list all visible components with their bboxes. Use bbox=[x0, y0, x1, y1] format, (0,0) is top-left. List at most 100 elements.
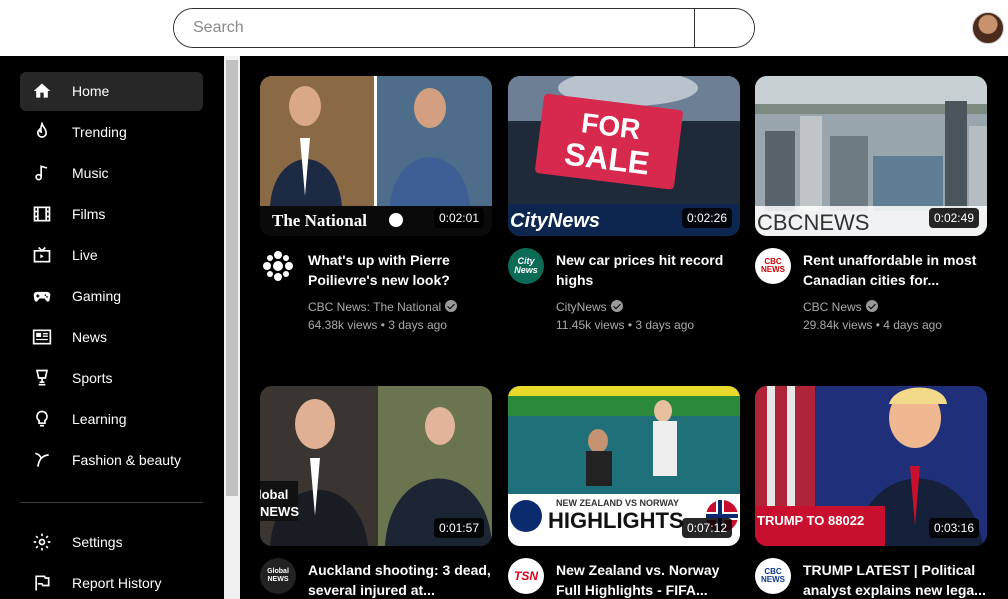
duration-badge: 0:03:16 bbox=[928, 518, 979, 538]
sidebar-item-label: Gaming bbox=[72, 288, 122, 304]
thumbnail-overlay-subtext: NEW ZEALAND VS NORWAY bbox=[556, 498, 679, 508]
channel-avatar[interactable]: Global NEWS bbox=[260, 558, 296, 594]
video-card[interactable]: CBCNEWS 0:02:49 CBC NEWS Rent unaffordab… bbox=[755, 76, 987, 376]
sidebar-item-label: Trending bbox=[72, 124, 127, 140]
channel-name[interactable]: CityNews bbox=[556, 300, 623, 314]
channel-name[interactable]: CBC News bbox=[803, 300, 878, 314]
video-title[interactable]: TRUMP LATEST | Political analyst explain… bbox=[803, 560, 987, 599]
sidebar-scrollbar[interactable] bbox=[224, 56, 240, 599]
view-count: 29.84k views bbox=[803, 318, 873, 332]
user-avatar[interactable] bbox=[972, 12, 1004, 44]
sidebar-item-news[interactable]: News bbox=[20, 318, 203, 357]
verified-icon bbox=[865, 300, 878, 312]
thumbnail-overlay-text: The National bbox=[272, 211, 367, 230]
channel-avatar[interactable]: CBC NEWS bbox=[755, 558, 791, 594]
flame-icon bbox=[32, 122, 52, 142]
thumbnail-overlay-text: CityNews bbox=[510, 210, 600, 232]
upload-age: 4 days ago bbox=[883, 318, 942, 332]
cbc-logo-icon bbox=[263, 251, 293, 281]
sidebar-item-label: Live bbox=[72, 247, 98, 263]
channel-name-text[interactable]: CityNews bbox=[556, 300, 607, 314]
view-count: 64.38k views bbox=[308, 318, 378, 332]
duration-badge: 0:02:26 bbox=[681, 208, 732, 228]
sidebar-item-label: Settings bbox=[72, 534, 123, 550]
sidebar-item-label: Films bbox=[72, 206, 106, 222]
sidebar-item-music[interactable]: Music bbox=[20, 154, 203, 193]
video-meta: 29.84k views • 4 days ago bbox=[803, 318, 942, 332]
sidebar-item-sports[interactable]: Sports bbox=[20, 359, 203, 398]
sidebar-item-label: Music bbox=[72, 165, 109, 181]
search-box bbox=[173, 8, 755, 48]
video-title[interactable]: Rent unaffordable in most Canadian citie… bbox=[803, 250, 987, 290]
sidebar-item-label: Home bbox=[72, 83, 110, 99]
sidebar-item-label: Report History bbox=[72, 575, 162, 591]
sidebar-item-label: News bbox=[72, 329, 108, 345]
sidebar-item-settings[interactable]: Settings bbox=[20, 523, 203, 562]
upload-age: 3 days ago bbox=[635, 318, 695, 332]
sidebar-item-fashion-beauty[interactable]: Fashion & beauty bbox=[20, 441, 203, 480]
sidebar-item-report-history[interactable]: Report History bbox=[20, 564, 203, 599]
thumbnail-overlay-text: CBCNEWS bbox=[757, 210, 869, 235]
video-thumbnail[interactable]: NEW ZEALAND VS NORWAY HIGHLIGHTS 0:07:12 bbox=[508, 386, 740, 546]
video-title[interactable]: Auckland shooting: 3 dead, several injur… bbox=[308, 560, 492, 599]
music-note-icon bbox=[32, 163, 52, 183]
duration-badge: 0:02:49 bbox=[928, 208, 979, 228]
channel-avatar[interactable]: CBC NEWS bbox=[755, 248, 791, 284]
sidebar-item-trending[interactable]: Trending bbox=[20, 113, 203, 152]
trophy-icon bbox=[32, 368, 52, 388]
sidebar-item-films[interactable]: Films bbox=[20, 195, 203, 234]
sidebar-item-home[interactable]: Home bbox=[20, 72, 203, 111]
view-count: 11.45k views bbox=[556, 318, 625, 332]
upload-age: 3 days ago bbox=[388, 318, 447, 332]
channel-avatar-text: TSN bbox=[514, 569, 538, 583]
sidebar-item-live[interactable]: Live bbox=[20, 236, 203, 275]
search-input[interactable] bbox=[174, 9, 695, 47]
sidebar-item-learning[interactable]: Learning bbox=[20, 400, 203, 439]
thumbnail-overlay-text: NEWS bbox=[260, 504, 299, 519]
hanger-icon bbox=[32, 450, 52, 470]
gear-icon bbox=[32, 532, 52, 552]
video-card[interactable]: TRUMP TO 88022 0:03:16 CBC NEWS TRUMP LA… bbox=[755, 386, 987, 599]
channel-avatar-text: CBC NEWS bbox=[761, 567, 785, 584]
live-tv-icon bbox=[32, 245, 52, 265]
home-icon bbox=[32, 81, 52, 101]
scrollbar-thumb[interactable] bbox=[226, 60, 238, 496]
sidebar-item-gaming[interactable]: Gaming bbox=[20, 277, 203, 316]
channel-avatar-text: Global NEWS bbox=[267, 568, 289, 583]
video-title[interactable]: New Zealand vs. Norway Full Highlights -… bbox=[556, 560, 740, 599]
video-title[interactable]: New car prices hit record highs bbox=[556, 250, 740, 290]
video-card[interactable]: lobal NEWS 0:01:57 Global NEWS Auckland … bbox=[260, 386, 492, 599]
video-meta: 11.45k views • 3 days ago bbox=[556, 318, 695, 332]
channel-avatar[interactable]: City News bbox=[508, 248, 544, 284]
video-thumbnail[interactable]: The National 0:02:01 bbox=[260, 76, 492, 236]
sidebar-item-label: Fashion & beauty bbox=[72, 452, 181, 468]
video-title[interactable]: What's up with Pierre Poilievre's new lo… bbox=[308, 250, 492, 290]
video-thumbnail[interactable]: lobal NEWS 0:01:57 bbox=[260, 386, 492, 546]
video-thumbnail[interactable]: CBCNEWS 0:02:49 bbox=[755, 76, 987, 236]
verified-icon bbox=[445, 300, 458, 312]
channel-avatar[interactable] bbox=[260, 248, 296, 284]
sidebar-divider bbox=[20, 502, 203, 503]
video-grid: The National 0:02:01 What's up with Pier… bbox=[240, 56, 1008, 599]
channel-avatar[interactable]: TSN bbox=[508, 558, 544, 594]
video-meta: 64.38k views • 3 days ago bbox=[308, 318, 447, 332]
thumbnail-overlay-text: TRUMP TO 88022 bbox=[757, 513, 864, 528]
duration-badge: 0:01:57 bbox=[433, 518, 484, 538]
flag-icon bbox=[32, 573, 52, 593]
search-button[interactable] bbox=[695, 9, 754, 47]
video-card[interactable]: The National 0:02:01 What's up with Pier… bbox=[260, 76, 492, 376]
video-thumbnail[interactable]: TRUMP TO 88022 0:03:16 bbox=[755, 386, 987, 546]
thumbnail-overlay-text: lobal bbox=[260, 487, 288, 502]
video-card[interactable]: NEW ZEALAND VS NORWAY HIGHLIGHTS 0:07:12… bbox=[508, 386, 740, 599]
channel-name[interactable]: CBC News: The National bbox=[308, 300, 458, 314]
channel-name-text[interactable]: CBC News bbox=[803, 300, 862, 314]
channel-avatar-text: CBC NEWS bbox=[761, 257, 785, 274]
verified-icon bbox=[610, 300, 623, 312]
newspaper-icon bbox=[32, 327, 52, 347]
channel-name-text[interactable]: CBC News: The National bbox=[308, 300, 441, 314]
sidebar-item-label: Sports bbox=[72, 370, 113, 386]
video-card[interactable]: FOR SALE CityNews 0:02:26 City News New … bbox=[508, 76, 740, 376]
top-bar bbox=[0, 0, 1008, 56]
sidebar-item-label: Learning bbox=[72, 411, 127, 427]
video-thumbnail[interactable]: FOR SALE CityNews 0:02:26 bbox=[508, 76, 740, 236]
